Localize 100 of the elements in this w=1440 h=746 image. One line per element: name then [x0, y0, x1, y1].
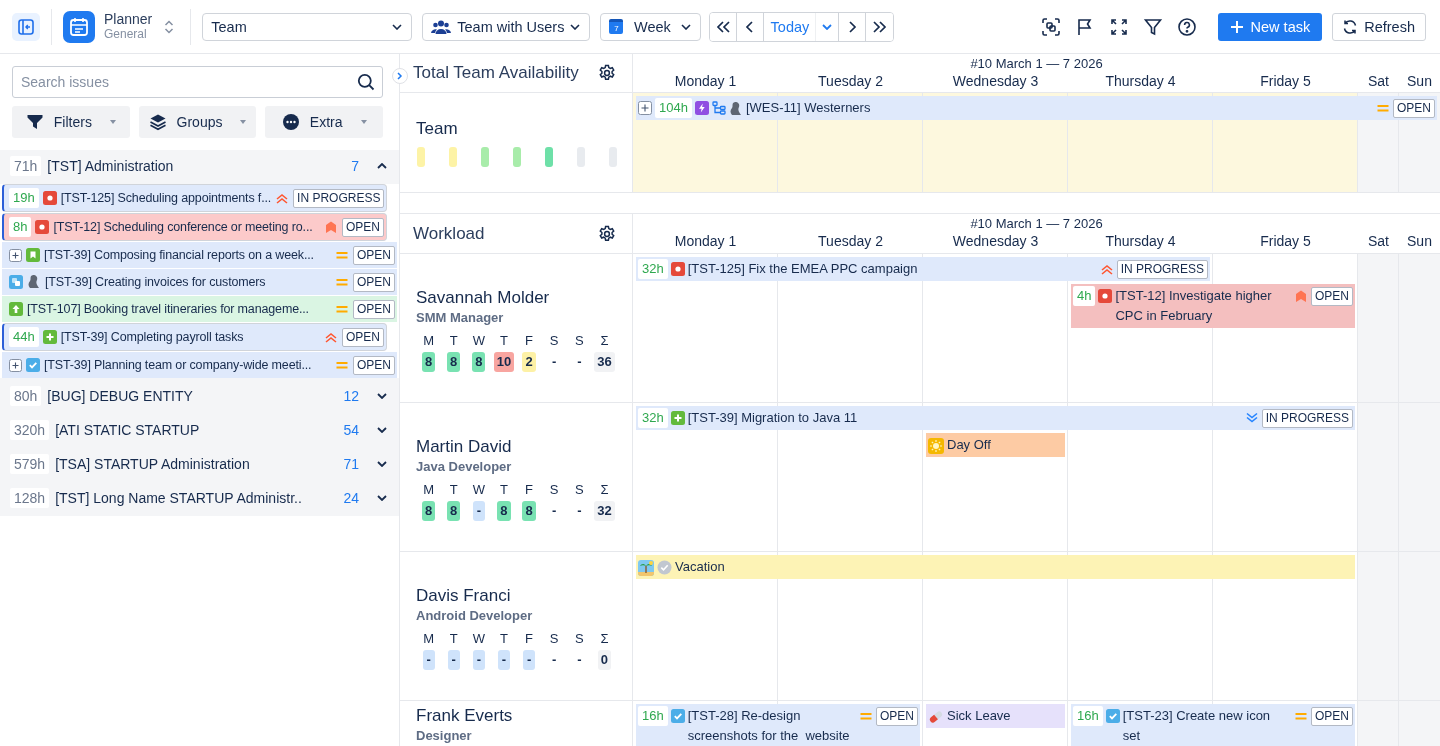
team-name: Team: [416, 118, 459, 139]
task-bar[interactable]: 16h [TST-28] Re-design screenshots for the website OPEN: [636, 704, 920, 746]
task-bar[interactable]: 16h [TST-23] Create new icon set OPEN: [1071, 704, 1355, 746]
issue-title: [TST-39] Creating invoices for customers: [45, 275, 267, 289]
person-name: Frank Everts: [416, 706, 514, 726]
day-header: Friday 5: [1259, 232, 1312, 250]
issue-title: [TST-39] Completing payroll tasks: [60, 330, 245, 344]
absence-bar[interactable]: Sick Leave: [926, 704, 1065, 728]
groups-button[interactable]: Groups: [138, 106, 257, 138]
group-title: [TSA] STARTUP Administration: [55, 456, 251, 472]
total-hours: 0: [597, 650, 612, 670]
hours-chip: 128h: [10, 488, 50, 508]
task-title: [TST-125] Fix the EMEA PPC campaign: [687, 260, 919, 278]
day-header: Friday 5: [1259, 72, 1312, 90]
week-title: #10 March 1 — 7 2026: [969, 56, 1104, 72]
day-header: Sun: [1406, 232, 1433, 250]
absence-bar[interactable]: Vacation: [636, 555, 1355, 579]
issue-row[interactable]: [TST-107] Booking travel itineraries for manageme... OPEN: [2, 296, 397, 322]
status-label: OPEN: [353, 245, 395, 265]
absence-title: Vacation: [675, 558, 726, 576]
task-title: [TST-39] Migration to Java 11: [687, 409, 859, 427]
day-label: W: [472, 631, 485, 646]
day-hours: -: [576, 353, 583, 371]
day-header: Monday 1: [673, 232, 738, 250]
search-field[interactable]: Search issues: [12, 66, 383, 98]
day-hours: 10: [493, 352, 515, 372]
status-label: IN PROGRESS: [1116, 260, 1208, 279]
day-hours: -: [472, 650, 485, 670]
refresh-button[interactable]: Refresh: [1332, 12, 1426, 41]
absence-bar[interactable]: Day Off: [926, 433, 1065, 457]
issue-row[interactable]: 19h [TST-125] Scheduling appointments f... IN PROGRESS: [2, 184, 387, 212]
day-header: Wednesday 3: [951, 72, 1040, 90]
task-bar[interactable]: 4h [TST-12] Investigate higher CPC in February OPEN: [1071, 284, 1355, 328]
person-name: Martin David: [416, 437, 513, 457]
person-name: Davis Franci: [416, 586, 512, 606]
new-task-button[interactable]: New task: [1217, 12, 1323, 41]
day-hours: -: [497, 650, 510, 670]
day-label: F: [525, 333, 534, 348]
issue-count: 71: [343, 456, 359, 472]
hours-chip: 71h: [10, 156, 42, 176]
day-label: W: [472, 333, 485, 348]
day-label: T: [449, 482, 458, 497]
issue-title: [TST-12] Scheduling conference or meeting ro...: [53, 220, 314, 234]
section-title: Workload: [413, 223, 485, 244]
week-title: #10 March 1 — 7 2026: [969, 216, 1104, 232]
day-hours: -: [551, 651, 558, 669]
day-label: S: [574, 631, 584, 646]
day-label: T: [449, 631, 458, 646]
issue-row[interactable]: 44h [TST-39] Completing payroll tasks OPEN: [2, 323, 387, 351]
status-label: OPEN: [1393, 99, 1435, 118]
hours-chip: 579h: [10, 454, 50, 474]
hours-chip: 104h: [655, 98, 692, 118]
issue-title: [TST-39] Planning team or company-wide meeti...: [44, 358, 313, 372]
day-label: S: [574, 333, 584, 348]
task-title: [TST-28] Re-design screenshots for the website: [687, 707, 851, 745]
task-bar[interactable]: 32h [TST-125] Fix the EMEA PPC campaign IN PROGRESS: [636, 257, 1210, 281]
hours-chip: 16h: [1073, 706, 1103, 726]
total-hours: 36: [594, 352, 615, 372]
issue-title: [TST-125] Scheduling appointments f...: [60, 191, 272, 205]
day-header: Thursday 4: [1104, 232, 1177, 250]
issue-count: 12: [343, 388, 359, 404]
day-label: M: [423, 631, 434, 646]
task-title: [TST-23] Create new icon set: [1122, 707, 1272, 745]
day-header: Thursday 4: [1104, 72, 1177, 90]
day-label: F: [525, 482, 534, 497]
person-role: Android Developer: [416, 608, 534, 623]
day-label: S: [574, 482, 584, 497]
hours-chip: 4h: [1073, 286, 1096, 306]
group-title: [TST] Long Name STARTUP Administr..: [55, 490, 303, 506]
total-hours: 32: [594, 501, 615, 521]
status-label: OPEN: [353, 355, 395, 375]
day-label: W: [472, 482, 485, 497]
issue-title: [TST-107] Booking travel itineraries for manageme...: [27, 302, 310, 316]
section-title: Total Team Availability: [413, 63, 579, 83]
status-label: OPEN: [353, 299, 395, 319]
day-hours: -: [576, 651, 583, 669]
filters-button[interactable]: Filters: [12, 106, 130, 138]
task-bar[interactable]: 32h [TST-39] Migration to Java 11 IN PROGRESS: [636, 406, 1355, 430]
app-subtitle: General: [104, 27, 148, 41]
task-bar[interactable]: 104h [WES-11] Westerners OPEN: [636, 96, 1437, 120]
day-hours: -: [551, 353, 558, 371]
task-title: [TST-12] Investigate higher CPC in February: [1115, 287, 1273, 325]
extra-button[interactable]: Extra: [265, 106, 383, 138]
issue-row[interactable]: [TST-39] Creating invoices for customers OPEN: [2, 269, 397, 295]
period-select[interactable]: 7 Week: [600, 12, 702, 41]
status-label: IN PROGRESS: [293, 188, 385, 208]
issue-row[interactable]: [TST-39] Planning team or company-wide meeti... OPEN: [2, 352, 397, 378]
status-label: OPEN: [342, 327, 384, 347]
day-header: Monday 1: [673, 72, 738, 90]
hours-chip: 80h: [10, 386, 42, 406]
status-label: IN PROGRESS: [1261, 409, 1353, 428]
day-hours: 8: [522, 501, 536, 521]
day-label: T: [449, 333, 458, 348]
issue-row[interactable]: 8h [TST-12] Scheduling conference or meeting ro... OPEN: [2, 213, 387, 241]
mode-select[interactable]: Team with Users: [422, 12, 591, 41]
day-header: Sat: [1367, 72, 1390, 90]
day-hours: 8: [447, 352, 461, 372]
issue-row[interactable]: [TST-39] Composing financial reports on a week... OPEN: [2, 242, 397, 268]
view-select[interactable]: Team: [202, 12, 413, 41]
day-hours: -: [472, 501, 485, 521]
